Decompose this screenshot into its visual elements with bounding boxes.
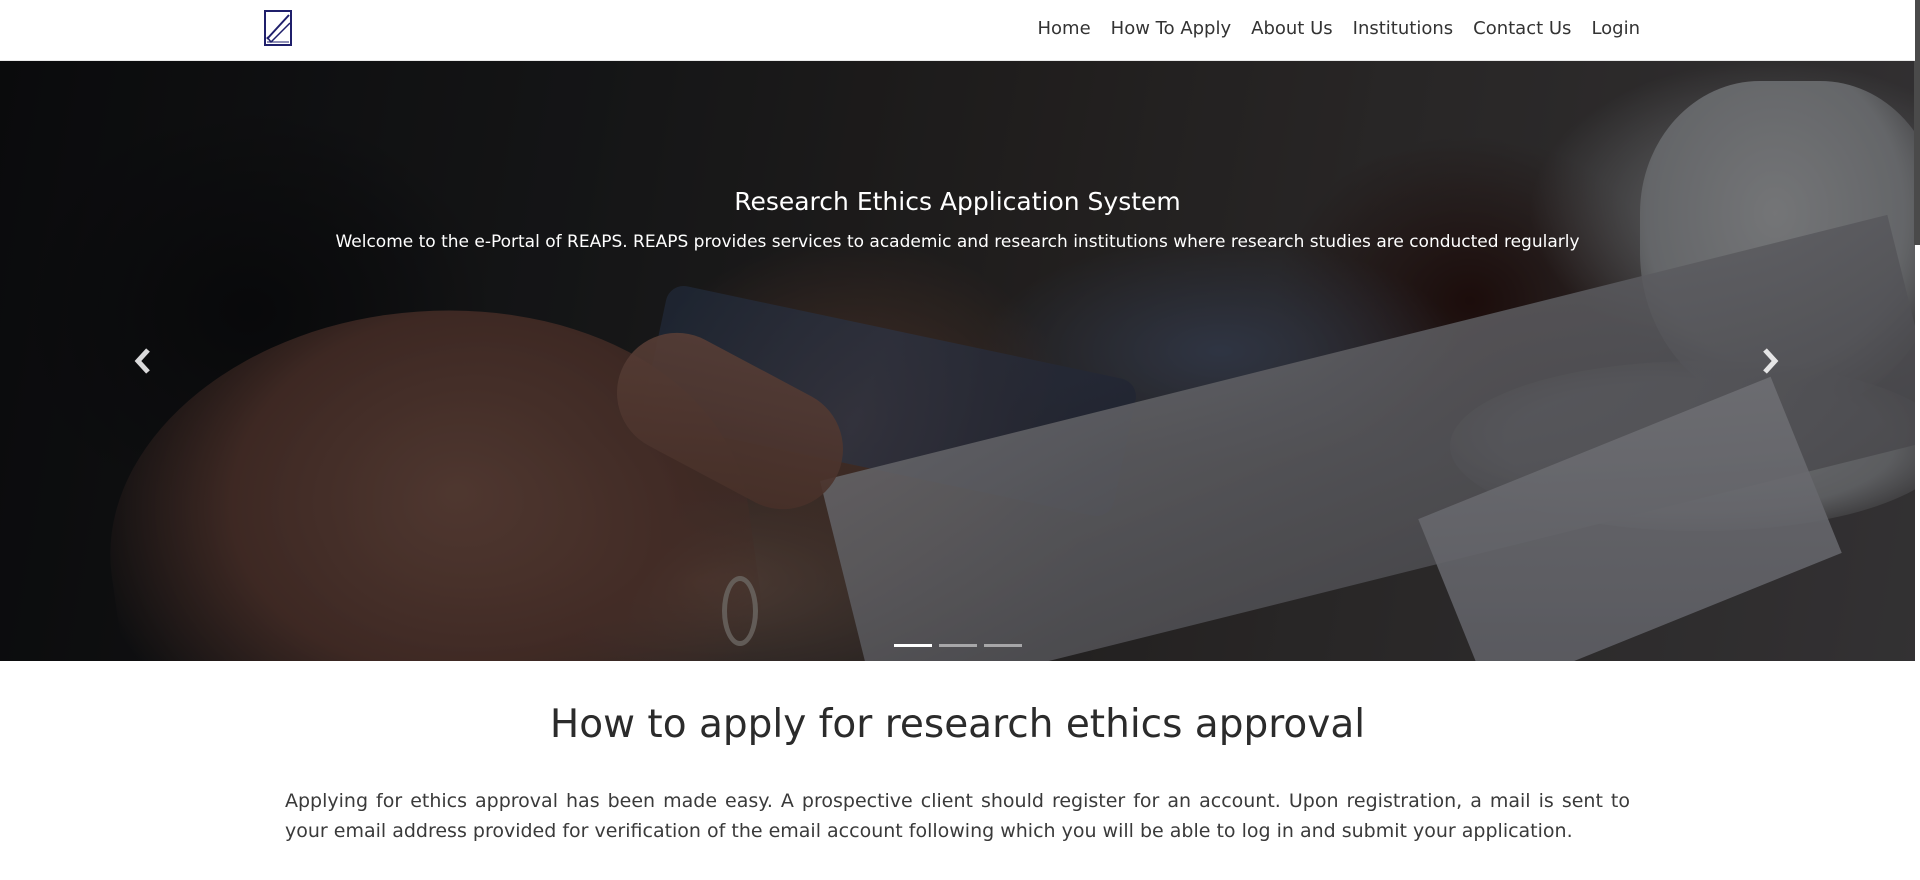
carousel-indicator-3[interactable] <box>983 644 1022 647</box>
hero-caption: Research Ethics Application System Welco… <box>0 186 1915 254</box>
hero-title: Research Ethics Application System <box>734 187 1181 216</box>
hero-overlay <box>0 61 1915 661</box>
main-nav: Home How To Apply About Us Institutions … <box>1018 0 1641 56</box>
carousel-indicator-1[interactable] <box>893 644 932 647</box>
logo-icon[interactable] <box>263 9 293 47</box>
nav-link-contact-us[interactable]: Contact Us <box>1473 18 1571 39</box>
section-title: How to apply for research ethics approva… <box>549 702 1366 747</box>
nav-link-home[interactable]: Home <box>1038 18 1091 39</box>
nav-link-login[interactable]: Login <box>1591 18 1640 39</box>
section-body: Applying for ethics approval has been ma… <box>285 790 1630 842</box>
chevron-right-icon[interactable] <box>1755 346 1785 376</box>
navbar: Home How To Apply About Us Institutions … <box>0 0 1915 61</box>
chevron-left-icon[interactable] <box>128 346 158 376</box>
carousel-indicators <box>0 644 1915 647</box>
hero-carousel: Research Ethics Application System Welco… <box>0 61 1915 661</box>
carousel-indicator-2[interactable] <box>938 644 977 647</box>
nav-link-about-us[interactable]: About Us <box>1251 18 1333 39</box>
nav-link-institutions[interactable]: Institutions <box>1353 18 1453 39</box>
nav-link-how-to-apply[interactable]: How To Apply <box>1111 18 1231 39</box>
hero-subtitle: Welcome to the e-Portal of REAPS. REAPS … <box>335 232 1580 252</box>
page: Home How To Apply About Us Institutions … <box>0 0 1920 880</box>
